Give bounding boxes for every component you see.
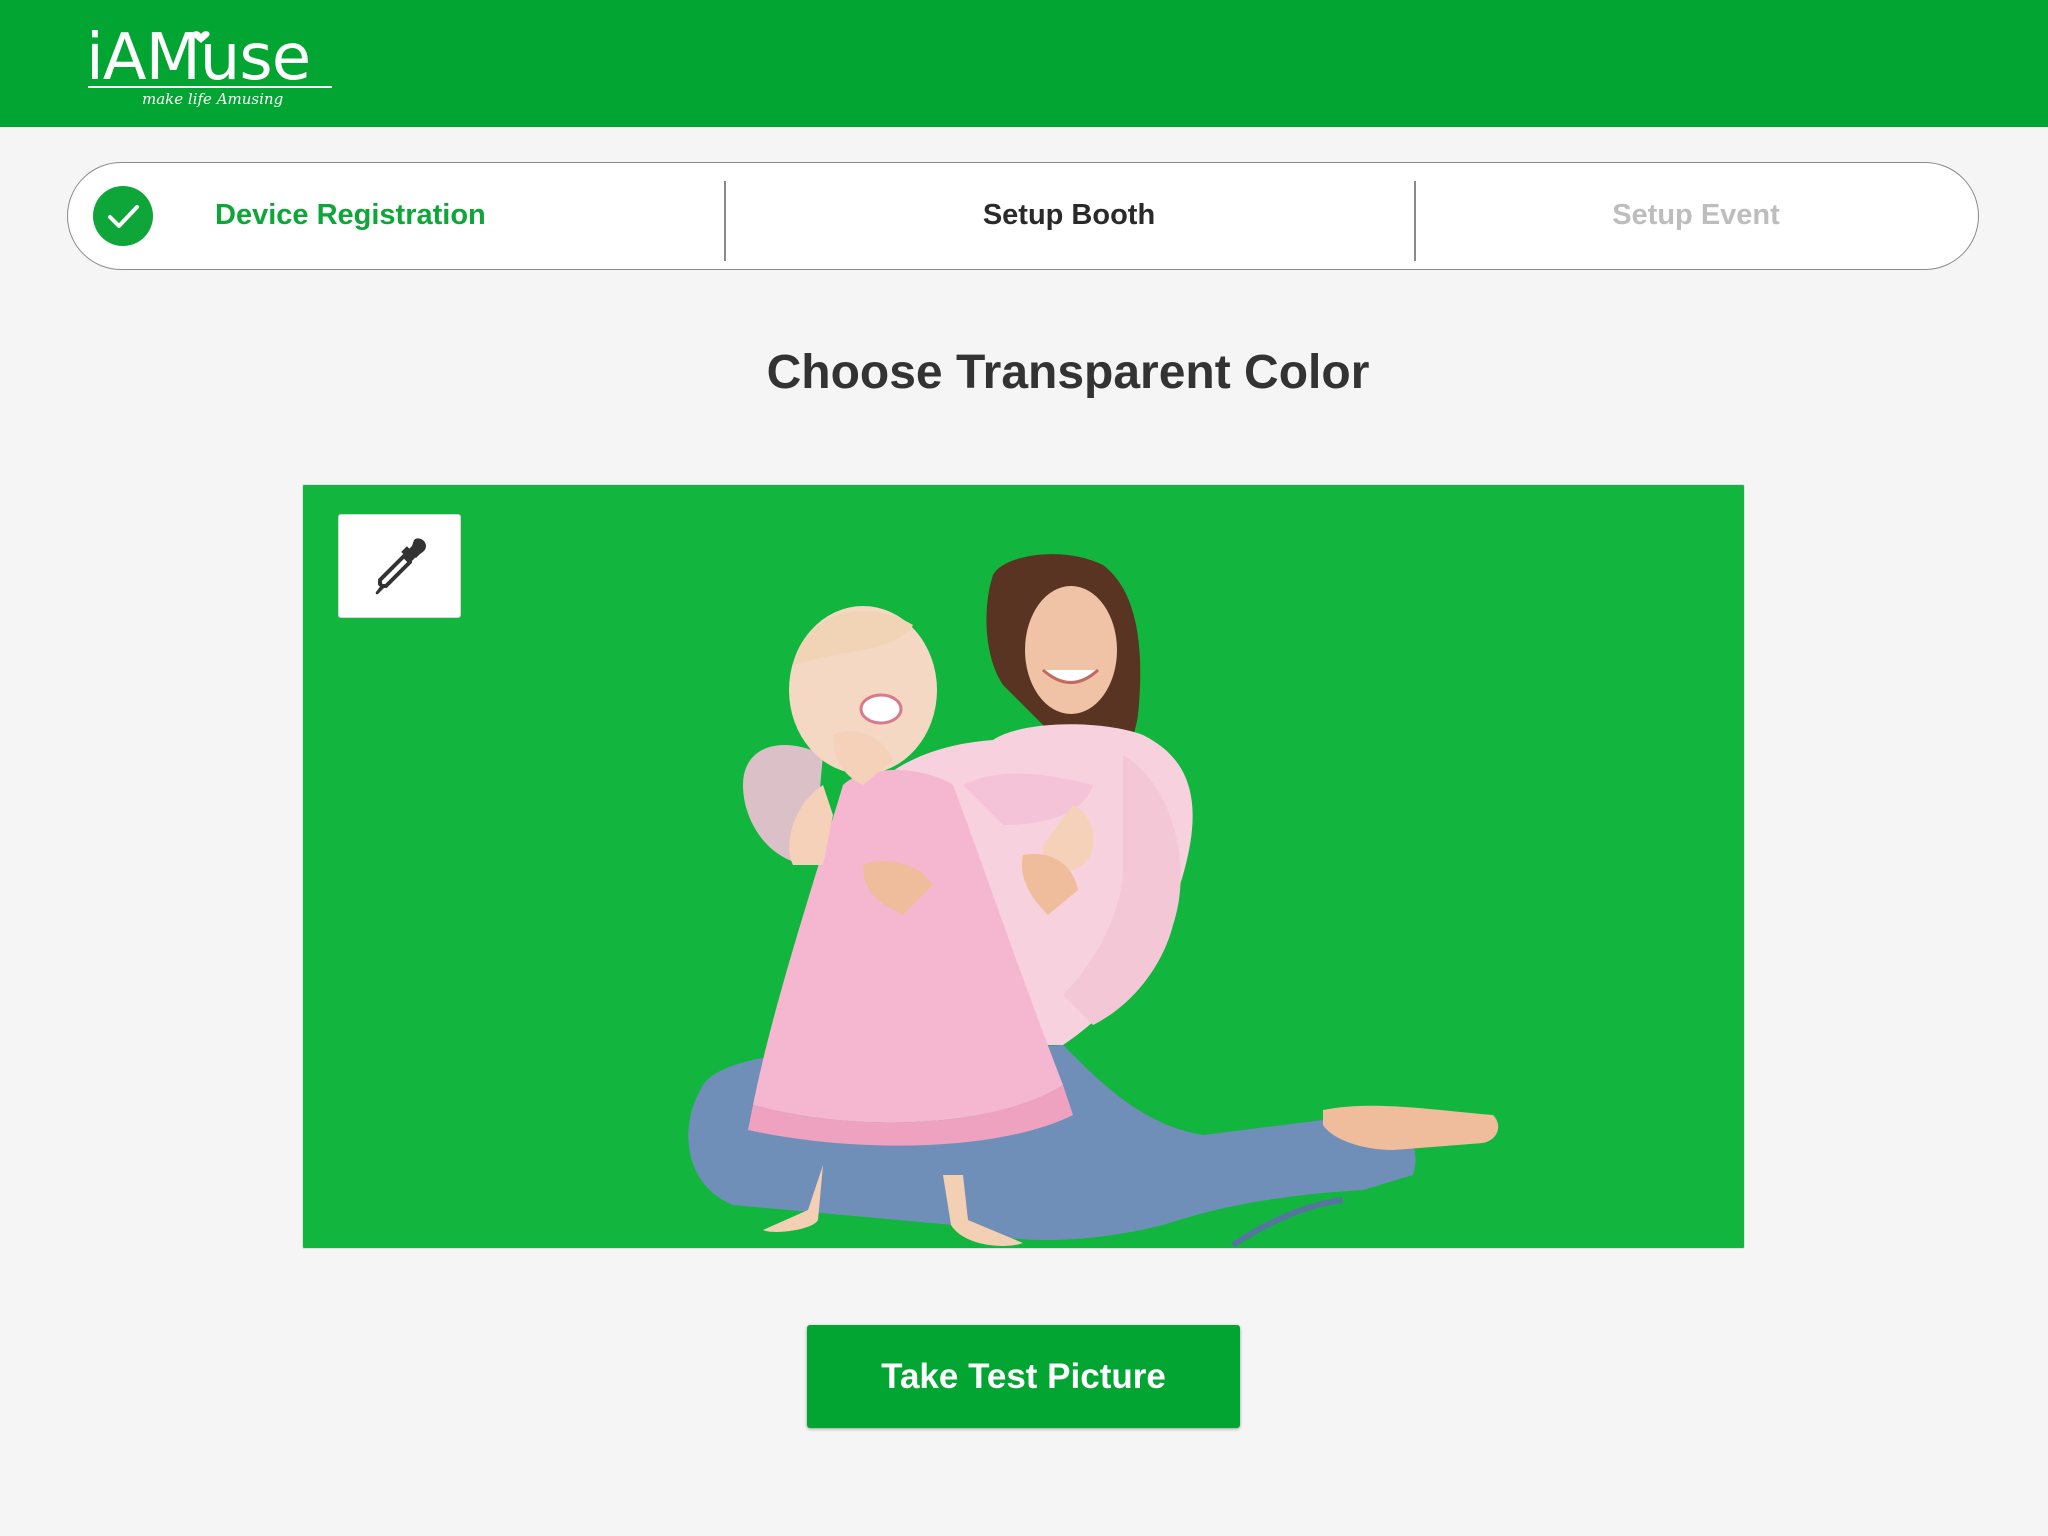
logo-underline [88,86,332,88]
setup-stepper: Device Registration Setup Booth Setup Ev… [67,162,1979,270]
page-title: Choose Transparent Color [766,346,1370,399]
iamuse-logo: iAMuse make life Amusing [86,22,336,112]
step-setup-booth[interactable]: Setup Booth [724,163,1414,268]
eyedropper-icon [375,538,426,595]
step-device-registration[interactable]: Device Registration [68,163,724,268]
step-label-setup-booth: Setup Booth [982,199,1156,231]
check-icon [93,186,153,246]
step-label-device-registration: Device Registration [215,199,486,231]
logo-tagline: make life Amusing [142,90,284,108]
camera-preview[interactable] [302,484,1745,1249]
app-header: iAMuse make life Amusing [0,0,2048,127]
logo-heart-icon [192,31,210,43]
eyedropper-button[interactable] [338,514,461,618]
step-label-setup-event: Setup Event [1612,199,1780,231]
take-test-picture-button[interactable]: Take Test Picture [807,1325,1240,1428]
step-setup-event[interactable]: Setup Event [1414,163,1978,268]
mother-and-baby-photo [688,554,1499,1248]
